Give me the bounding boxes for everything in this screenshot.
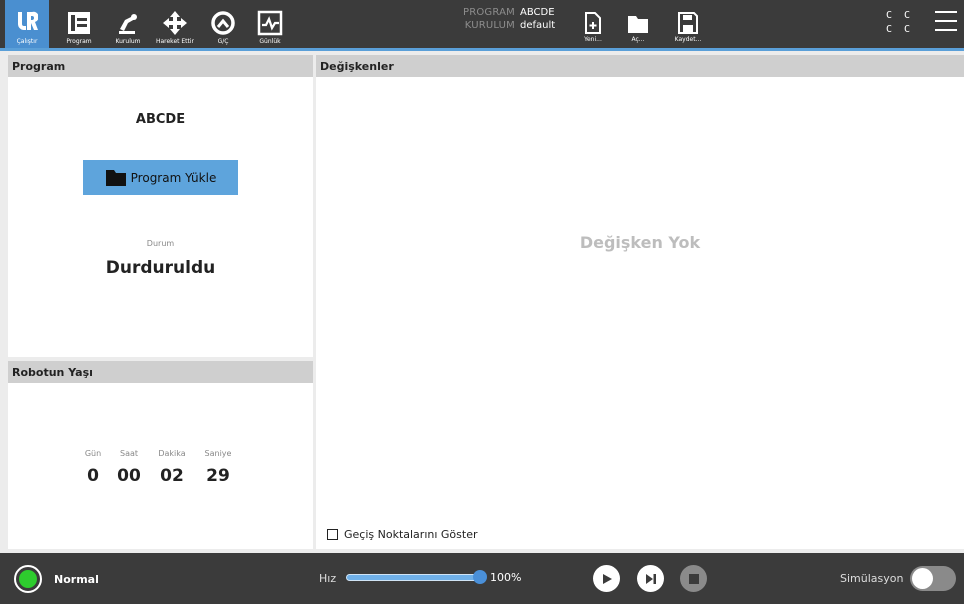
speed-value: 100% — [490, 571, 522, 584]
robot-age-title: Robotun Yaşı — [8, 361, 313, 383]
save-button[interactable]: Kaydet... — [671, 0, 705, 48]
no-variables-text: Değişken Yok — [579, 233, 701, 252]
nav-log-tab[interactable]: Günlük — [250, 0, 290, 48]
save-icon — [678, 12, 698, 34]
ur-logo-icon — [18, 11, 38, 30]
step-icon — [645, 573, 656, 584]
show-waypoints-checkbox[interactable] — [327, 529, 338, 540]
robot-age-panel: Robotun Yaşı Gün 0 Saat 00 Dakika 02 San… — [8, 361, 313, 549]
speed-slider-track[interactable] — [346, 574, 480, 581]
nav-move-tab[interactable]: Hareket Ettir — [150, 0, 200, 48]
age-seconds: Saniye 29 — [204, 449, 232, 486]
program-panel-title: Program — [8, 55, 313, 77]
program-value: ABCDE — [520, 7, 555, 18]
nav-run-tab[interactable]: Çalıştır — [5, 0, 49, 48]
play-icon — [602, 573, 612, 584]
stop-button[interactable] — [680, 565, 707, 592]
program-info: PROGRAM ABCDE KURULUM default — [440, 6, 555, 32]
folder-icon — [628, 16, 648, 33]
program-key: PROGRAM — [462, 7, 515, 18]
play-button[interactable] — [593, 565, 620, 592]
program-panel: Program ABCDE Program Yükle Durum Durdur… — [8, 55, 313, 357]
status-label: Durum — [146, 239, 175, 248]
move-arrows-icon — [163, 11, 187, 35]
hamburger-menu-icon[interactable] — [935, 11, 957, 38]
control-indicators: C C C C — [886, 10, 914, 35]
accent-divider — [0, 48, 964, 51]
step-button[interactable] — [637, 565, 664, 592]
new-file-icon — [585, 12, 601, 34]
program-icon — [68, 12, 90, 34]
status-light-icon — [19, 570, 37, 588]
robot-age-grid: Gün 0 Saat 00 Dakika 02 Saniye 29 — [82, 449, 242, 486]
age-days: Gün 0 — [84, 449, 102, 486]
open-button[interactable]: Aç... — [622, 0, 654, 48]
robot-mode-text: Normal — [54, 573, 99, 586]
simulation-label: Simülasyon — [840, 572, 904, 585]
nav-installation-tab[interactable]: Kurulum — [108, 0, 148, 48]
io-icon — [211, 11, 235, 35]
top-bar: Çalıştır Program Kurulum Hareket Ettir G… — [0, 0, 964, 48]
variables-panel: Değişkenler Değişken Yok Geçiş Noktaları… — [316, 55, 964, 549]
load-program-label: Program Yükle — [130, 170, 217, 185]
folder-icon — [105, 169, 126, 186]
nav-io-tab[interactable]: G/Ç — [202, 0, 244, 48]
status-value: Durduruldu — [105, 258, 216, 278]
toggle-knob — [912, 568, 933, 589]
show-waypoints-label: Geçiş Noktalarını Göster — [344, 528, 478, 541]
show-waypoints-option[interactable]: Geçiş Noktalarını Göster — [327, 528, 478, 541]
variables-title: Değişkenler — [316, 55, 964, 77]
stop-icon — [688, 573, 699, 584]
program-name: ABCDE — [135, 112, 186, 127]
log-icon — [257, 10, 283, 36]
installation-value: default — [520, 20, 556, 31]
age-hours: Saat 00 — [117, 449, 141, 486]
simulation-toggle[interactable] — [910, 566, 956, 591]
speed-label: Hız — [319, 572, 337, 585]
new-button[interactable]: Yeni... — [577, 0, 609, 48]
robot-arm-icon — [119, 14, 137, 34]
bottom-bar: Normal Hız 100% Simülasyon — [0, 553, 964, 604]
nav-program-tab[interactable]: Program — [56, 0, 102, 48]
installation-key: KURULUM — [464, 20, 515, 31]
load-program-button[interactable]: Program Yükle — [83, 160, 238, 195]
age-minutes: Dakika 02 — [158, 449, 186, 486]
robot-status-indicator[interactable] — [14, 565, 42, 593]
speed-slider-thumb[interactable] — [473, 570, 487, 584]
